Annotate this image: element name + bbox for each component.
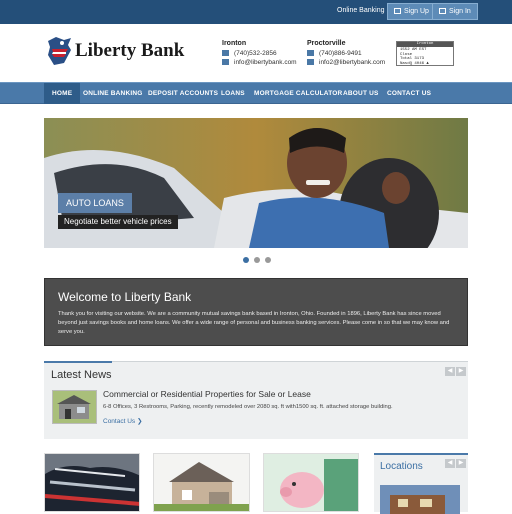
branch-name: Ironton [222,40,247,47]
slider-dot[interactable] [243,257,249,263]
news-item-desc: 6-8 Offices, 3 Restrooms, Parking, recen… [103,404,393,410]
latest-news: Latest News ◀ ▶ Commercial or Residentia… [44,361,468,439]
edit-icon [394,8,401,14]
sign-in-label: Sign In [449,8,471,15]
news-thumbnail[interactable] [52,390,97,424]
branch-phone: (740)532-2856 [234,50,277,57]
card-home-loans[interactable] [153,453,250,512]
sign-in-button[interactable]: Sign In [432,3,478,20]
nav-deposit-accounts[interactable]: DEPOSIT ACCOUNTS [148,83,218,104]
mail-icon [222,59,229,65]
welcome-title: Welcome to Liberty Bank [58,290,192,304]
branch-proctorville: Proctorville (740)886-9491 info2@liberty… [307,40,385,67]
phone-icon [307,50,314,56]
nav-online-banking[interactable]: ONLINE BANKING [83,83,143,104]
welcome-panel: Welcome to Liberty Bank Thank you for vi… [44,278,468,346]
branch-ironton: Ironton (740)532-2856 info@libertybank.c… [222,40,297,67]
ticker-title: Ironton [397,42,453,47]
card-auto-loans[interactable] [44,453,140,512]
logo[interactable]: Liberty Bank [44,35,184,67]
mail-icon [307,59,314,65]
locations-panel: Locations ◀ ▶ [374,453,468,514]
online-banking-link[interactable]: Online Banking [337,7,384,14]
brand-name: Liberty Bank [75,40,185,61]
sign-up-label: Sign Up [404,8,429,15]
nav-contact-us[interactable]: CONTACT US [387,83,431,104]
contact-us-link[interactable]: Contact Us ❯ [103,417,142,425]
main-nav: HOME ONLINE BANKING DEPOSIT ACCOUNTS LOA… [0,82,512,104]
nav-home[interactable]: HOME [44,83,81,104]
top-bar: Online Banking Sign Up Sign In [0,0,512,24]
nav-loans[interactable]: LOANS [221,83,245,104]
nav-mortgage-calculator[interactable]: MORTGAGE CALCULATOR [254,83,342,104]
slide-caption-text: Negotiate better vehicle prices [58,215,178,229]
branch-email[interactable]: info@libertybank.com [234,59,297,66]
news-heading: Latest News [51,369,112,381]
ticker-line: NasdQ 4046 ▲ [400,61,429,66]
nav-about-us[interactable]: ABOUT US [343,83,379,104]
next-arrow-icon[interactable]: ▶ [456,367,466,376]
news-item-title[interactable]: Commercial or Residential Properties for… [103,389,311,399]
prev-arrow-icon[interactable]: ◀ [445,459,455,468]
eagle-logo-icon [48,37,71,65]
prev-arrow-icon[interactable]: ◀ [445,367,455,376]
slider-dot[interactable] [254,257,260,263]
welcome-text: Thank you for visiting our website. We a… [58,311,450,335]
login-icon [439,8,446,14]
branch-email[interactable]: info2@libertybank.com [319,59,385,66]
branch-phone: (740)886-9491 [319,50,362,57]
stock-ticker: Ironton 1552 AM EST Close Total 3173 Nas… [396,41,454,66]
branch-name: Proctorville [307,40,346,47]
card-savings[interactable] [263,453,359,512]
location-photo[interactable] [380,485,460,514]
locations-heading: Locations [380,461,423,472]
slider-dot[interactable] [265,257,271,263]
next-arrow-icon[interactable]: ▶ [456,459,466,468]
sign-up-button[interactable]: Sign Up [387,3,436,20]
phone-icon [222,50,229,56]
slide-caption-title[interactable]: AUTO LOANS [58,193,132,213]
section-underline [44,361,112,363]
